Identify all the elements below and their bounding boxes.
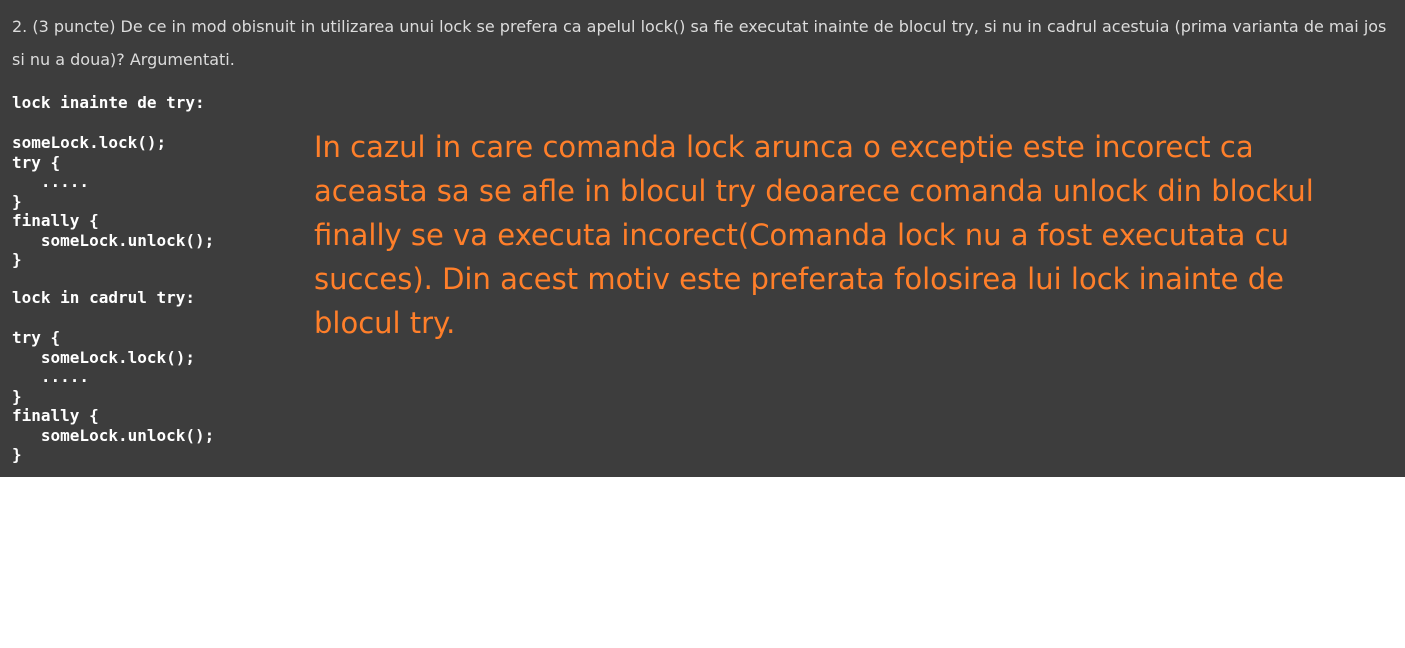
question-panel: 2. (3 puncte) De ce in mod obisnuit in u… bbox=[0, 0, 1405, 477]
answer-text: In cazul in care comanda lock arunca o e… bbox=[314, 130, 1314, 340]
variant2-heading: lock in cadrul try: bbox=[12, 288, 196, 307]
variant1-code: someLock.lock(); try { ..... } finally {… bbox=[12, 133, 215, 269]
variant2-code: try { someLock.lock(); ..... } finally {… bbox=[12, 328, 215, 464]
variant1-heading: lock inainte de try: bbox=[12, 93, 205, 112]
question-text: 2. (3 puncte) De ce in mod obisnuit in u… bbox=[12, 17, 1387, 69]
